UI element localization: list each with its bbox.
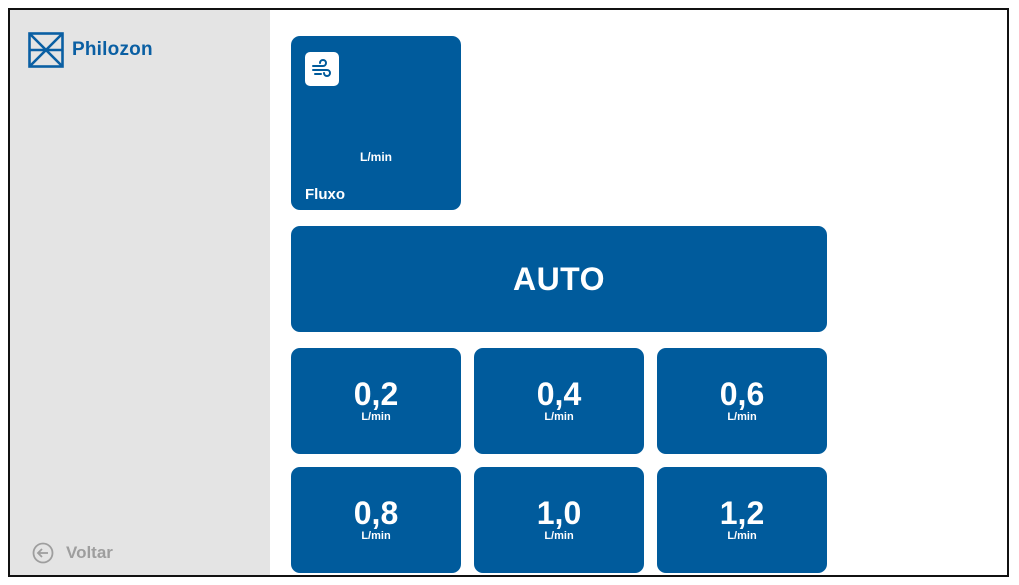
- flow-option-value: 0,2: [353, 376, 399, 412]
- flow-option-value: 0,8: [353, 495, 399, 531]
- brand-name: Philozon: [72, 39, 153, 60]
- flow-option-unit: L/min: [727, 411, 757, 423]
- app-frame: Philozon Voltar L/min Fluxo AUTO 0,2 L/m…: [8, 8, 1009, 577]
- arrow-left-circle-icon: [32, 542, 54, 564]
- flow-option-value: 1,0: [536, 495, 582, 531]
- philozon-logo-icon: [28, 32, 64, 68]
- flow-option-unit: L/min: [727, 530, 757, 542]
- flow-option-button[interactable]: 0,4 L/min: [474, 348, 644, 454]
- flow-option-value: 1,2: [719, 495, 765, 531]
- flow-option-button[interactable]: 0,8 L/min: [291, 467, 461, 573]
- wind-icon: [305, 52, 339, 86]
- flow-unit: L/min: [360, 150, 392, 164]
- brand: Philozon: [28, 32, 153, 68]
- auto-button[interactable]: AUTO: [291, 226, 827, 332]
- flow-option-value: 0,4: [536, 376, 582, 412]
- flow-card: L/min Fluxo: [291, 36, 461, 210]
- flow-option-button[interactable]: 1,2 L/min: [657, 467, 827, 573]
- back-button[interactable]: Voltar: [32, 542, 113, 564]
- flow-label: Fluxo: [305, 186, 345, 203]
- flow-option-button[interactable]: 0,6 L/min: [657, 348, 827, 454]
- back-label: Voltar: [66, 543, 113, 562]
- flow-option-unit: L/min: [361, 530, 391, 542]
- flow-option-button[interactable]: 0,2 L/min: [291, 348, 461, 454]
- flow-option-unit: L/min: [544, 411, 574, 423]
- flow-option-unit: L/min: [361, 411, 391, 423]
- flow-option-button[interactable]: 1,0 L/min: [474, 467, 644, 573]
- flow-option-value: 0,6: [719, 376, 765, 412]
- flow-option-unit: L/min: [544, 530, 574, 542]
- sidebar: Philozon Voltar: [10, 10, 270, 575]
